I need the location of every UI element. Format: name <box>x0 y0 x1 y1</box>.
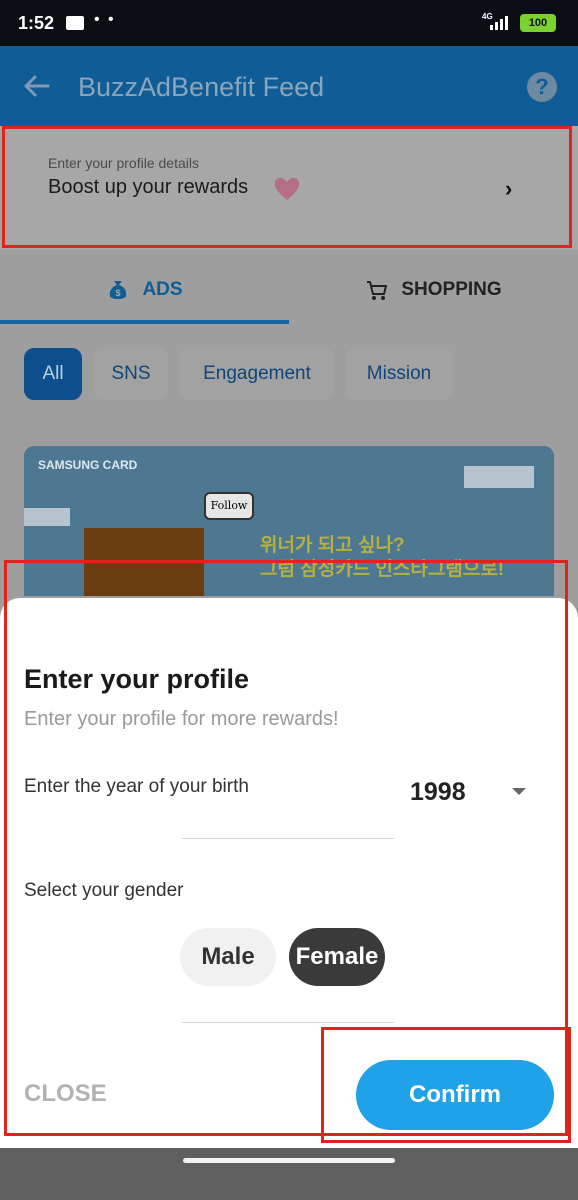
filter-chip-sns[interactable]: SNS <box>94 348 168 400</box>
filter-chip-engagement[interactable]: Engagement <box>180 348 334 400</box>
status-time: 1:52 <box>18 13 55 33</box>
svg-text:$: $ <box>116 288 121 298</box>
tab-ads-label: ADS <box>142 279 183 300</box>
system-nav-bar <box>0 1148 578 1200</box>
cloud-decoration <box>24 508 70 526</box>
app-title: BuzzAdBenefit Feed <box>78 72 325 102</box>
shopping-cart-icon <box>367 280 388 300</box>
back-arrow-icon[interactable] <box>22 72 50 100</box>
more-dots-icon: • • <box>94 11 116 28</box>
money-bag-icon: $ <box>110 280 127 299</box>
help-icon[interactable]: ? <box>527 72 557 102</box>
signal-icon <box>490 16 512 30</box>
battery-icon: 100 <box>520 14 556 32</box>
status-bar: 1:52 • • 4G 100 <box>0 0 578 46</box>
message-icon <box>66 16 84 30</box>
filter-chip-all[interactable]: All <box>24 348 82 400</box>
app-bar: BuzzAdBenefit Feed ? <box>0 46 578 126</box>
cloud-decoration <box>464 466 534 488</box>
active-tab-indicator <box>0 320 289 324</box>
highlight-box-profile-banner <box>2 126 572 248</box>
tab-shopping[interactable]: SHOPPING <box>289 266 578 324</box>
ad-brand: SAMSUNG CARD <box>38 458 138 472</box>
ad-follow-bubble: Follow <box>204 492 254 520</box>
tab-shopping-label: SHOPPING <box>401 279 502 300</box>
home-gesture-pill[interactable] <box>183 1158 395 1163</box>
highlight-box-confirm <box>321 1027 571 1143</box>
tab-ads[interactable]: $ ADS <box>0 266 289 324</box>
filter-chip-mission[interactable]: Mission <box>346 348 452 400</box>
tab-bar: $ ADS SHOPPING <box>0 266 578 326</box>
